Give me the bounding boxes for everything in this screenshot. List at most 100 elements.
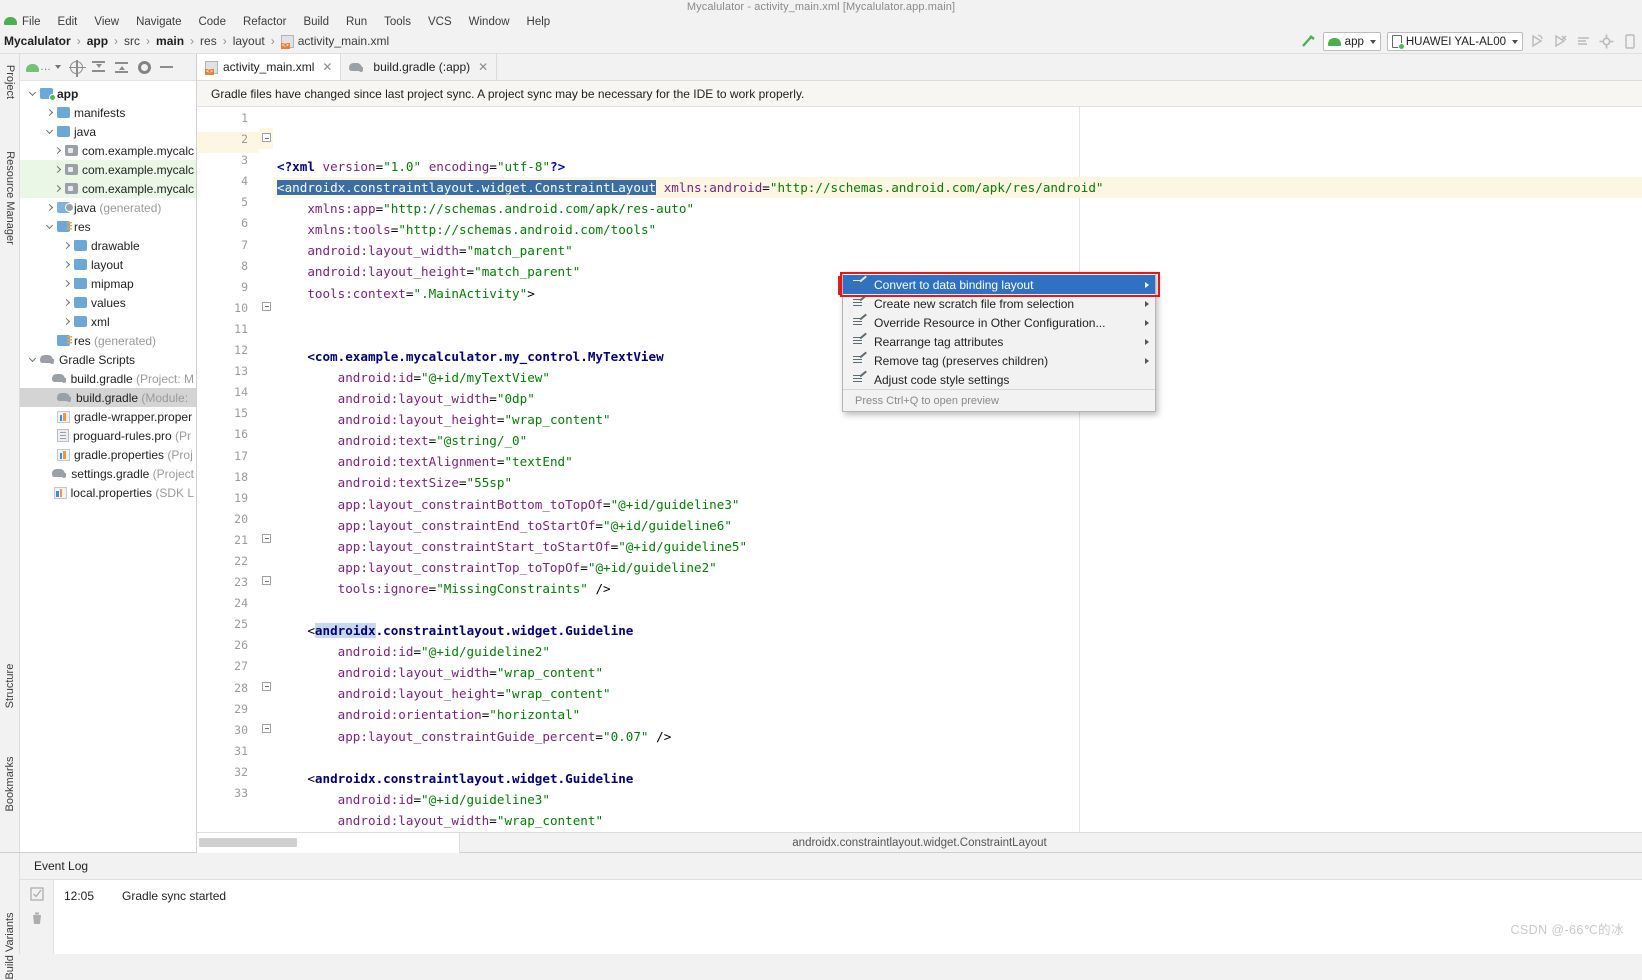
menu-item-refactor[interactable]: Refactor (243, 16, 286, 28)
chevron-right-icon[interactable] (62, 279, 71, 288)
context-menu-item-adjust-code-style-settings[interactable]: Adjust code style settings (843, 370, 1155, 389)
module-selector[interactable]: app (1323, 32, 1381, 51)
chevron-down-icon[interactable] (28, 355, 37, 364)
breadcrumb-app[interactable]: app (87, 34, 108, 48)
event-log-header[interactable]: Event Log (20, 853, 1642, 879)
context-menu-item-override-resource-in-other-configuration[interactable]: Override Resource in Other Configuration… (843, 313, 1155, 332)
android-view-selector[interactable]: … (26, 60, 61, 74)
menu-item-navigate[interactable]: Navigate (136, 16, 181, 28)
chevron-right-icon[interactable] (62, 317, 71, 326)
tree-item-xml[interactable]: xml (20, 312, 196, 331)
target-icon[interactable] (70, 61, 83, 74)
tree-item-app[interactable]: app (20, 84, 196, 103)
avd-manager-icon[interactable] (1621, 33, 1638, 50)
tree-item-build-gradle[interactable]: build.gradle (Module: (20, 388, 196, 407)
chevron-right-icon[interactable] (53, 184, 62, 193)
fold-toggle-icon[interactable] (262, 133, 271, 142)
tool-window-project[interactable]: Project (4, 65, 16, 99)
editor-tab-activity-main-xml[interactable]: activity_main.xml ✕ (197, 54, 341, 80)
chevron-right-icon[interactable] (62, 241, 71, 250)
chevron-right-icon[interactable] (53, 146, 62, 155)
chevron-right-icon[interactable] (45, 203, 54, 212)
fold-toggle-icon[interactable] (262, 302, 271, 311)
menu-item-help[interactable]: Help (527, 16, 551, 28)
chevron-down-icon[interactable] (45, 127, 54, 136)
tree-item-gradle-properties[interactable]: gradle.properties (Proj (20, 445, 196, 464)
tree-item-res[interactable]: res (generated) (20, 331, 196, 350)
tree-item-local-properties[interactable]: local.properties (SDK L (20, 483, 196, 502)
tree-item-gradle-scripts[interactable]: Gradle Scripts (20, 350, 196, 369)
debug-icon[interactable] (1552, 33, 1569, 50)
hammer-icon[interactable] (1299, 33, 1317, 51)
tree-item-proguard-rules-pro[interactable]: proguard-rules.pro (Pr (20, 426, 196, 445)
run-icon[interactable] (1529, 33, 1546, 50)
context-menu-item-remove-tag-preserves-children[interactable]: Remove tag (preserves children) (843, 351, 1155, 370)
fold-toggle-icon[interactable] (262, 534, 271, 543)
context-menu-item-rearrange-tag-attributes[interactable]: Rearrange tag attributes (843, 332, 1155, 351)
menu-item-window[interactable]: Window (469, 16, 510, 28)
menu-item-run[interactable]: Run (346, 16, 367, 28)
collapse-all-icon[interactable] (115, 60, 129, 74)
tree-item-res[interactable]: res (20, 217, 196, 236)
context-menu-item-convert-to-data-binding-layout[interactable]: Convert to data binding layout (843, 275, 1155, 294)
chevron-down-icon[interactable] (45, 222, 54, 231)
expand-all-icon[interactable] (92, 60, 106, 74)
menu-item-tools[interactable]: Tools (384, 16, 411, 28)
breadcrumb-main[interactable]: main (156, 34, 184, 48)
tree-item-manifests[interactable]: manifests (20, 103, 196, 122)
code-text[interactable]: <?xml version="1.0" encoding="utf-8"?><a… (273, 107, 1642, 832)
chevron-down-icon[interactable] (28, 89, 37, 98)
hide-icon[interactable] (160, 60, 174, 74)
tool-window-build-variants[interactable]: Build Variants (4, 912, 16, 979)
close-icon[interactable]: ✕ (478, 60, 488, 74)
tree-item-mipmap[interactable]: mipmap (20, 274, 196, 293)
tree-item-com-example-mycalc[interactable]: com.example.mycalc (20, 179, 196, 198)
breadcrumb-layout[interactable]: layout (233, 34, 265, 48)
tree-item-drawable[interactable]: drawable (20, 236, 196, 255)
project-tree[interactable]: appmanifestsjavacom.example.mycalccom.ex… (20, 81, 196, 852)
chevron-right-icon[interactable] (53, 165, 62, 174)
tool-window-resource-manager[interactable]: Resource Manager (4, 151, 16, 245)
tree-item-com-example-mycalc[interactable]: com.example.mycalc (20, 160, 196, 179)
tool-window-structure[interactable]: Structure (4, 664, 16, 709)
fold-toggle-icon[interactable] (262, 576, 271, 585)
settings-icon[interactable] (138, 61, 151, 74)
fold-toggle-icon[interactable] (262, 724, 271, 733)
device-selector[interactable]: HUAWEI YAL-AL00 (1387, 32, 1523, 51)
settings-check-icon[interactable] (30, 887, 44, 901)
fold-toggle-icon[interactable] (262, 682, 271, 691)
tree-item-com-example-mycalc[interactable]: com.example.mycalc (20, 141, 196, 160)
horizontal-scrollbar[interactable] (197, 833, 460, 853)
breadcrumb-src[interactable]: src (124, 34, 140, 48)
chevron-right-icon[interactable] (62, 260, 71, 269)
chevron-right-icon[interactable] (45, 108, 54, 117)
tree-item-values[interactable]: values (20, 293, 196, 312)
breadcrumb-project[interactable]: Mycalulator (4, 34, 71, 48)
chevron-right-icon[interactable] (62, 298, 71, 307)
close-icon[interactable]: ✕ (322, 60, 332, 74)
breadcrumb-file[interactable]: activity_main.xml (298, 34, 389, 48)
sdk-manager-icon[interactable] (1598, 33, 1615, 50)
tree-item-layout[interactable]: layout (20, 255, 196, 274)
fold-gutter[interactable] (259, 107, 273, 832)
tree-item-java[interactable]: java (generated) (20, 198, 196, 217)
menu-item-code[interactable]: Code (198, 16, 226, 28)
tree-item-gradle-wrapper-proper[interactable]: gradle-wrapper.proper (20, 407, 196, 426)
menu-item-file[interactable]: File (22, 16, 41, 28)
menu-item-vcs[interactable]: VCS (428, 16, 452, 28)
tree-item-java[interactable]: java (20, 122, 196, 141)
breadcrumb-res[interactable]: res (200, 34, 217, 48)
code-editor[interactable]: 12c3456789101112131415161718192021222324… (197, 107, 1642, 832)
scrollbar-thumb[interactable] (199, 838, 297, 847)
menu-item-build[interactable]: Build (303, 16, 329, 28)
context-menu-item-create-new-scratch-file-from-selection[interactable]: Create new scratch file from selection (843, 294, 1155, 313)
tool-window-bookmarks[interactable]: Bookmarks (4, 756, 16, 811)
tree-item-settings-gradle[interactable]: settings.gradle (Project (20, 464, 196, 483)
tree-item-build-gradle[interactable]: build.gradle (Project: M (20, 369, 196, 388)
trash-icon[interactable] (30, 911, 44, 925)
menu-item-edit[interactable]: Edit (58, 16, 78, 28)
menu-item-view[interactable]: View (94, 16, 119, 28)
logcat-icon[interactable] (1575, 33, 1592, 50)
editor-tab-build-gradle[interactable]: build.gradle (:app) ✕ (341, 54, 497, 80)
intention-context-menu[interactable]: Convert to data binding layoutCreate new… (842, 272, 1156, 412)
